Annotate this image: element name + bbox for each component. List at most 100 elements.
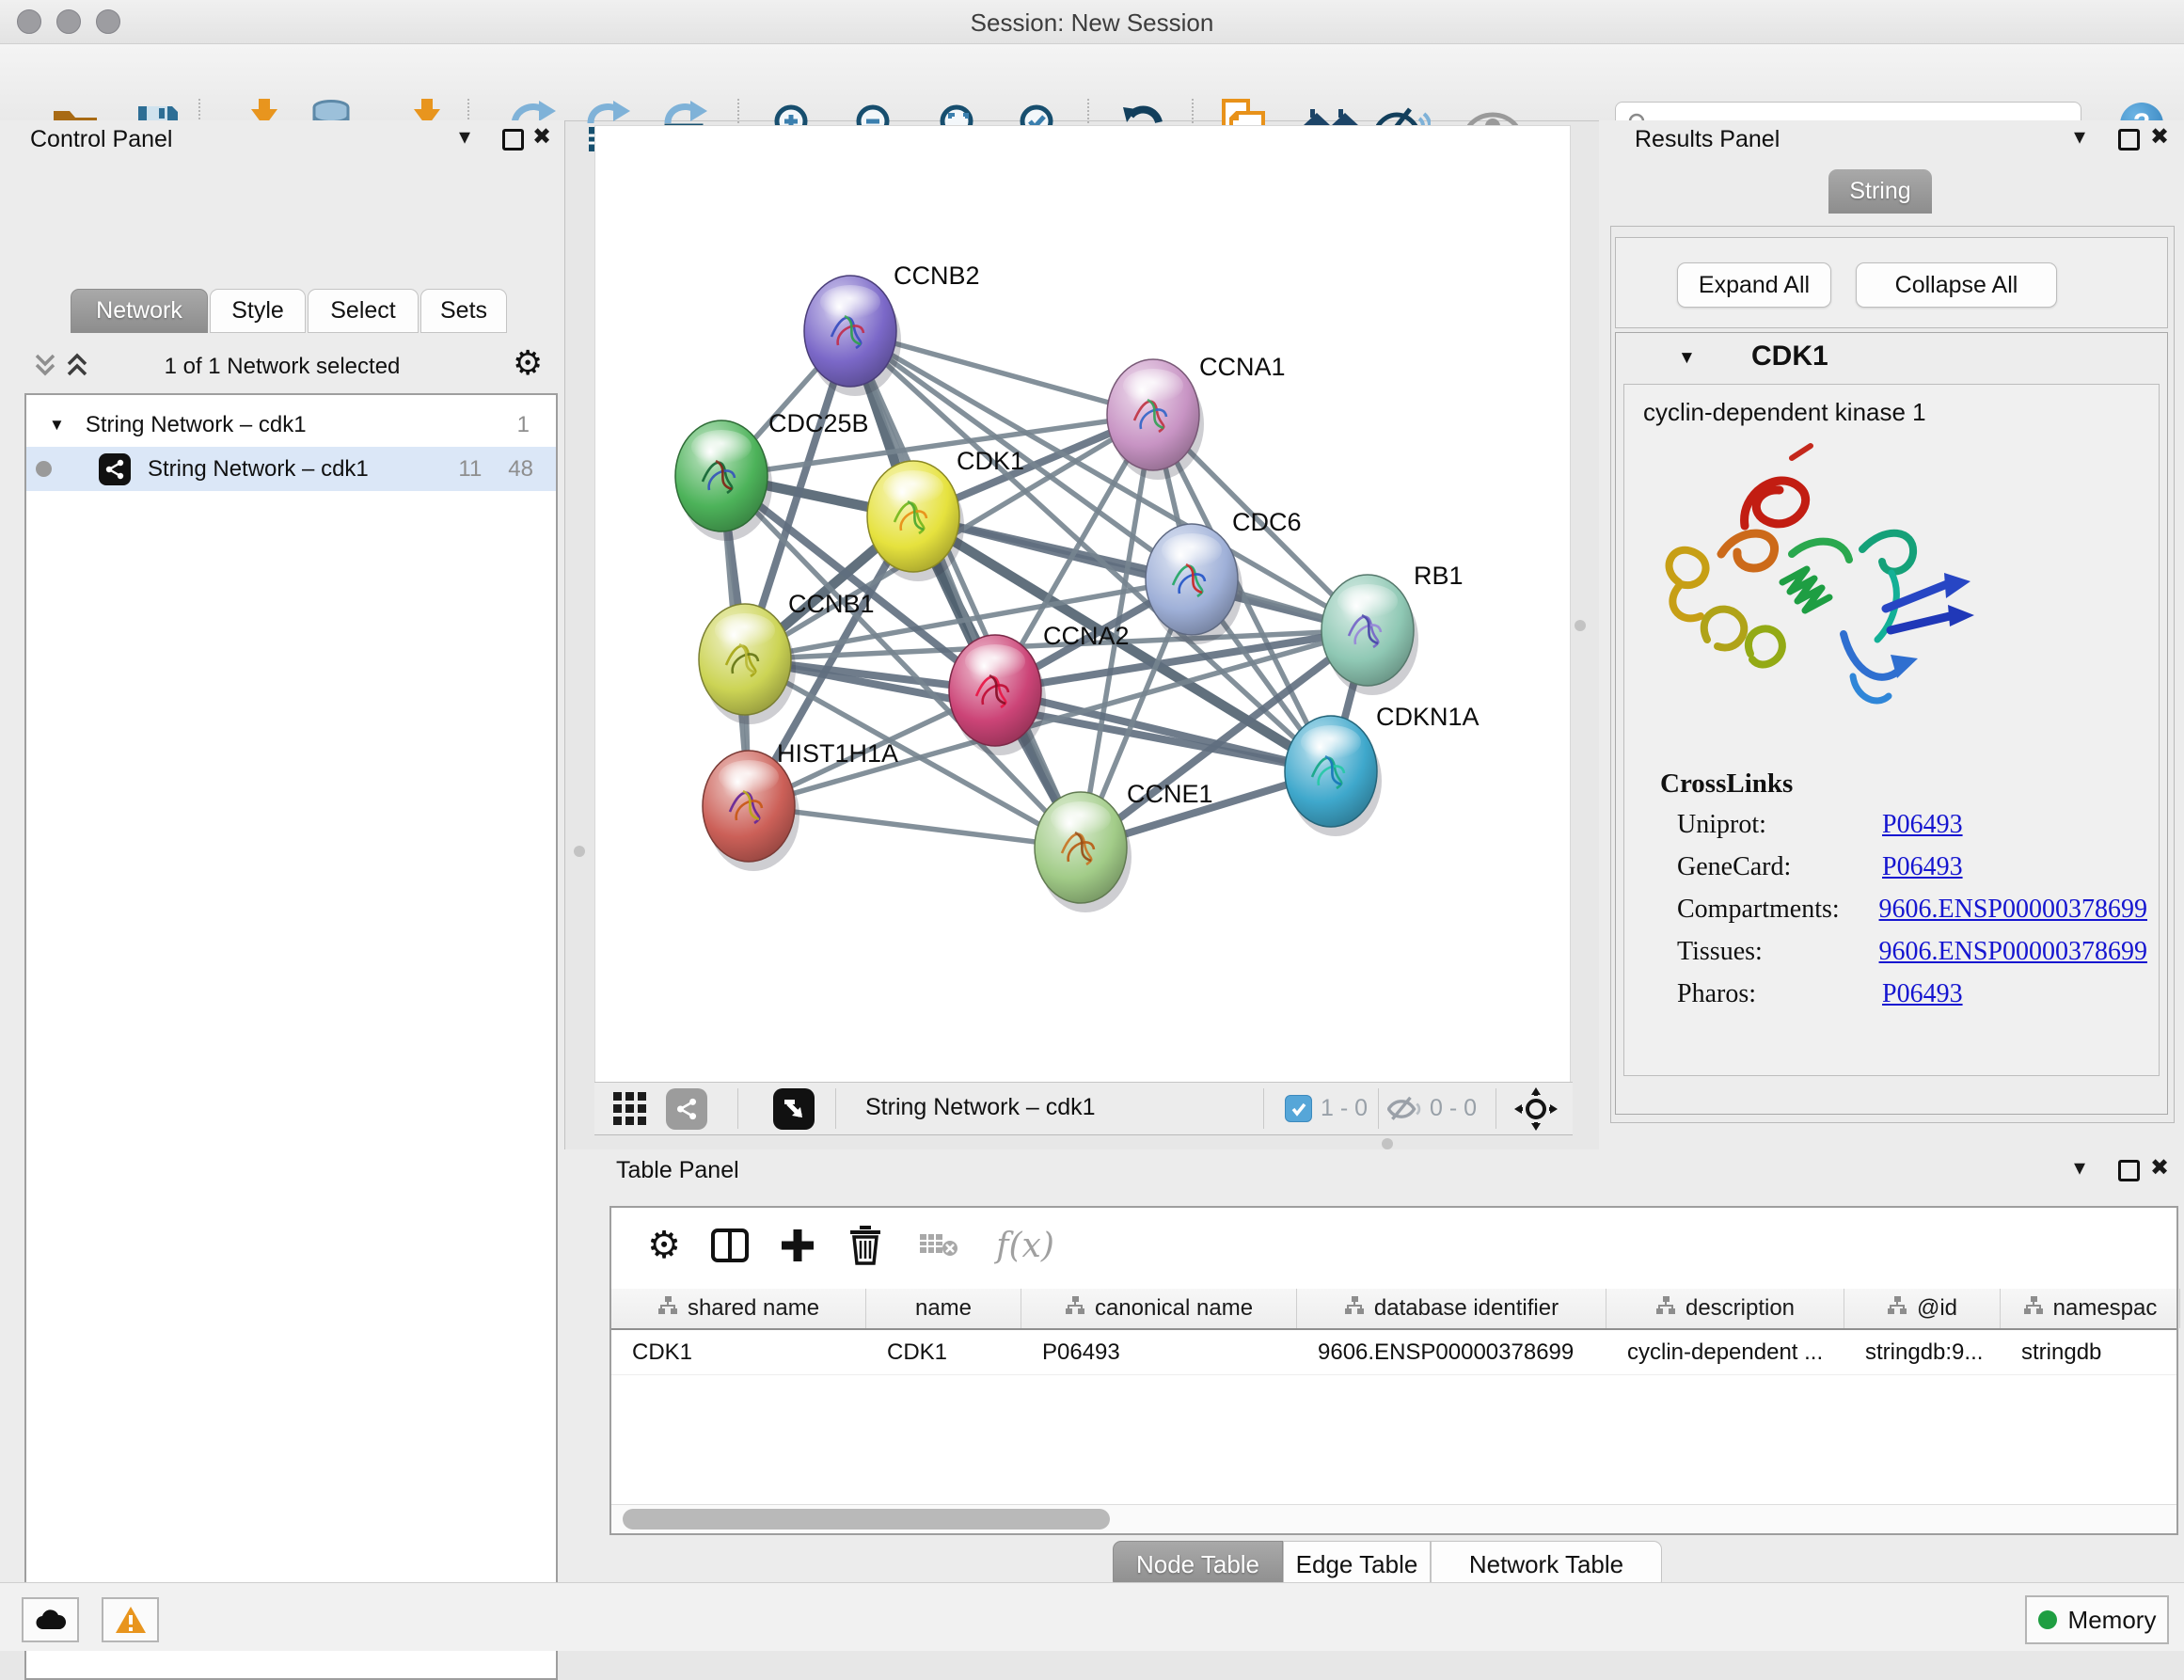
crosslinks-list: Uniprot:P06493GeneCard:P06493Compartment… (1677, 810, 2147, 1022)
toolbar-separator (737, 1088, 738, 1129)
string-network-icon (99, 453, 131, 485)
network-node-CCNA1[interactable] (1107, 359, 1204, 480)
pan-crosshair-icon[interactable] (1514, 1087, 1558, 1135)
tab-sets[interactable]: Sets (420, 289, 507, 333)
select-columns-icon[interactable] (705, 1221, 754, 1270)
network-node-CCNB2[interactable] (804, 276, 901, 396)
crosslink-row: Compartments:9606.ENSP00000378699 (1677, 895, 2147, 925)
network-row-selected[interactable]: String Network – cdk1 11 48 (26, 447, 556, 491)
node-label: CCNA1 (1199, 353, 1286, 381)
node-label: CCNB1 (788, 590, 875, 618)
hierarchy-icon (1655, 1295, 1676, 1322)
column-header-4[interactable]: description (1606, 1289, 1844, 1328)
selected-checkbox[interactable] (1285, 1095, 1312, 1122)
table-cell: 9606.ENSP00000378699 (1297, 1330, 1606, 1374)
cloud-button[interactable] (22, 1597, 79, 1642)
warning-icon (115, 1606, 147, 1634)
network-canvas[interactable]: CCNB2CCNA1CDC25BCDK1CDC6RB1CCNB1CCNA2CDK… (594, 125, 1571, 1084)
right-splitter-handle[interactable] (1575, 620, 1586, 631)
results-panel-menu-icon[interactable]: ▾ (2074, 126, 2085, 149)
node-label: HIST1H1A (777, 739, 898, 768)
tab-network[interactable]: Network (71, 289, 208, 333)
network-collection-row[interactable]: ▼ String Network – cdk1 1 (26, 403, 556, 447)
network-status-dot (36, 461, 52, 477)
node-label: CCNE1 (1127, 780, 1213, 808)
network-node-HIST1H1A[interactable] (703, 751, 799, 871)
network-node-CDKN1A[interactable] (1285, 716, 1382, 836)
grid-view-icon[interactable] (611, 1090, 649, 1133)
crosslink-link[interactable]: P06493 (1882, 810, 1963, 840)
crosslink-link[interactable]: 9606.ENSP00000378699 (1879, 895, 2147, 925)
column-header-6[interactable]: namespac (2001, 1289, 2180, 1328)
network-node-CCNA2[interactable] (949, 635, 1046, 755)
crosslink-label: Pharos: (1677, 979, 1882, 1009)
results-panel-close-icon[interactable]: ✖ (2150, 126, 2169, 149)
crosslink-row: Tissues:9606.ENSP00000378699 (1677, 937, 2147, 967)
add-column-icon[interactable] (773, 1221, 822, 1270)
column-header-0[interactable]: shared name (611, 1289, 866, 1328)
column-header-5[interactable]: @id (1844, 1289, 2001, 1328)
table-cell: CDK1 (866, 1330, 1021, 1374)
table-cell: cyclin-dependent ... (1606, 1330, 1844, 1374)
tab-style[interactable]: Style (210, 289, 306, 333)
column-header-2[interactable]: canonical name (1021, 1289, 1297, 1328)
collapse-all-button[interactable]: Collapse All (1856, 262, 2057, 308)
birds-eye-view-icon[interactable] (773, 1088, 815, 1130)
node-label: CDK1 (957, 447, 1024, 475)
protein-name: CDK1 (1751, 341, 1828, 372)
network-graph[interactable]: CCNB2CCNA1CDC25BCDK1CDC6RB1CCNB1CCNA2CDK… (595, 126, 1570, 1083)
network-node-RB1[interactable] (1321, 575, 1418, 695)
status-bar: Memory (0, 1582, 2184, 1651)
tab-string[interactable]: String (1828, 169, 1932, 214)
column-label: shared name (688, 1295, 819, 1322)
crosslink-link[interactable]: P06493 (1882, 852, 1963, 882)
table-panel-title: Table Panel (616, 1157, 739, 1184)
control-panel-menu-icon[interactable]: ▾ (459, 126, 470, 149)
left-splitter-handle[interactable] (574, 846, 585, 857)
scrollbar-thumb[interactable] (623, 1509, 1110, 1529)
column-header-3[interactable]: database identifier (1297, 1289, 1606, 1328)
delete-column-icon[interactable] (841, 1221, 890, 1270)
tab-select[interactable]: Select (308, 289, 419, 333)
collection-expander-icon[interactable]: ▼ (49, 416, 65, 435)
table-horizontal-scrollbar[interactable] (611, 1504, 2176, 1533)
network-node-CDC6[interactable] (1146, 524, 1242, 644)
table-gear-icon[interactable]: ⚙ (640, 1221, 688, 1270)
control-panel: Control Panel ▾ ✖ Network Style Select S… (0, 120, 565, 1582)
protein-expander-icon[interactable]: ▼ (1678, 348, 1696, 369)
results-panel-float-icon[interactable] (2118, 129, 2140, 151)
network-node-count: 11 (458, 456, 482, 483)
delete-table-icon[interactable] (914, 1221, 963, 1270)
hidden-eye-icon (1387, 1095, 1423, 1128)
column-label: description (1685, 1295, 1795, 1322)
toolbar-separator (1378, 1088, 1379, 1129)
table-header-row: shared name name canonical name database id… (611, 1289, 2176, 1330)
column-label: database identifier (1374, 1295, 1559, 1322)
network-share-icon[interactable] (666, 1088, 707, 1130)
column-header-1[interactable]: name (866, 1289, 1021, 1328)
crosslink-link[interactable]: P06493 (1882, 979, 1963, 1009)
warning-button[interactable] (102, 1597, 159, 1642)
control-panel-float-icon[interactable] (502, 129, 524, 151)
crosslink-link[interactable]: 9606.ENSP00000378699 (1879, 937, 2147, 967)
memory-button[interactable]: Memory (2025, 1595, 2169, 1644)
hierarchy-icon (2023, 1295, 2044, 1322)
column-label: name (915, 1295, 972, 1322)
network-options-gear-icon[interactable]: ⚙ (513, 346, 543, 380)
function-builder-icon[interactable]: f(x) (986, 1221, 1065, 1270)
expand-all-button[interactable]: Expand All (1677, 262, 1831, 308)
table-panel-close-icon[interactable]: ✖ (2150, 1157, 2169, 1180)
network-node-CCNB1[interactable] (699, 604, 796, 724)
network-node-CCNE1[interactable] (1035, 792, 1132, 912)
memory-status-dot (2038, 1610, 2057, 1629)
control-panel-close-icon[interactable]: ✖ (532, 126, 551, 149)
protein-section: ▼ CDK1 cyclin-dependent kinase 1 (1615, 332, 2168, 1115)
crosslink-row: GeneCard:P06493 (1677, 852, 2147, 882)
table-panel-float-icon[interactable] (2118, 1160, 2140, 1181)
table-panel-menu-icon[interactable]: ▾ (2074, 1157, 2085, 1180)
network-node-CDK1[interactable] (867, 461, 964, 581)
node-label: CCNB2 (894, 262, 980, 290)
column-label: canonical name (1095, 1295, 1253, 1322)
bottom-splitter-handle[interactable] (1382, 1138, 1393, 1149)
table-row[interactable]: CDK1CDK1P064939606.ENSP00000378699cyclin… (611, 1330, 2176, 1375)
